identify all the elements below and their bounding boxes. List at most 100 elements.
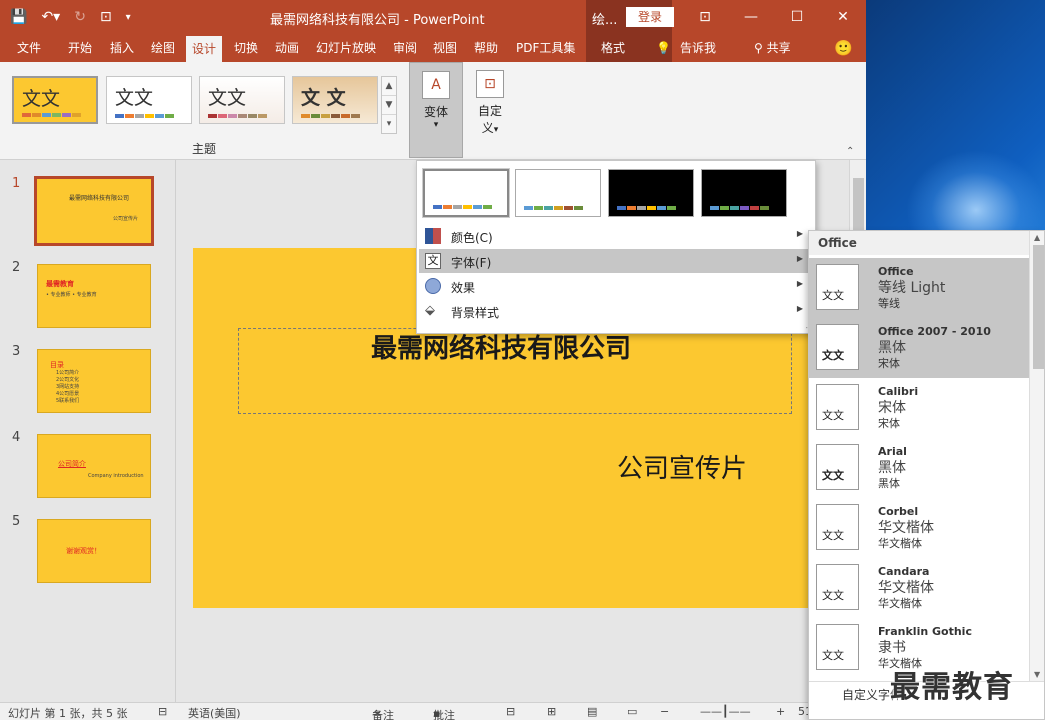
menu-item-background-style[interactable]: ⬙ 背景样式 ▶: [419, 299, 813, 323]
font-icon: 文: [425, 253, 441, 269]
submenu-arrow-icon: ▶: [796, 304, 803, 313]
font-option-corbel[interactable]: 文文 Corbel 华文楷体 华文楷体: [809, 498, 1029, 558]
slide-number: 4: [12, 430, 21, 445]
tab-design[interactable]: 设计: [186, 36, 223, 62]
slide-count: 幻灯片 第 1 张，共 5 张: [8, 707, 128, 720]
font-preview-icon: 文文: [816, 384, 859, 430]
font-preview-icon: 文文: [816, 564, 859, 610]
undo-icon[interactable]: ↶▾: [41, 9, 60, 25]
slide-thumb-4[interactable]: 公司简介 Company introduction: [37, 434, 151, 498]
tab-slideshow[interactable]: 幻灯片放映: [316, 34, 376, 62]
collapse-ribbon-icon[interactable]: ⌃: [846, 146, 854, 157]
watermark-logo: 最需教育: [890, 670, 1014, 705]
gallery-up-icon[interactable]: ▲: [382, 77, 396, 96]
save-icon[interactable]: 💾: [10, 9, 27, 25]
tab-format[interactable]: 格式: [601, 34, 625, 62]
quick-access-toolbar: 💾 ↶▾ ↻ ⊡ ▾: [10, 0, 131, 34]
customize-button[interactable]: ⊡ 自定 义▾: [467, 62, 513, 158]
slide-thumb-3[interactable]: 目录 1公司简介 2公司文化 3网站支持 4公司愿景 5联系我们: [37, 349, 151, 413]
slide-number: 3: [12, 344, 21, 359]
lightbulb-icon[interactable]: 💡: [656, 34, 671, 62]
variants-button[interactable]: A 变体 ▾: [409, 62, 463, 158]
theme-thumb-4[interactable]: 文 文: [292, 76, 378, 124]
slideshow-icon[interactable]: ▭: [627, 705, 637, 718]
slide-number: 5: [12, 514, 21, 529]
slide-thumb-2[interactable]: 最需教育 • 专业教师 • 专业教育: [37, 264, 151, 328]
redo-icon[interactable]: ↻: [74, 9, 86, 25]
slide-number: 2: [12, 260, 21, 275]
theme-gallery-scroll[interactable]: ▲ ▼ ▾: [381, 76, 397, 134]
font-preview-icon: 文文: [816, 264, 859, 310]
theme-thumb-3[interactable]: 文文: [199, 76, 285, 124]
slide-thumb-5[interactable]: 谢谢观赏！: [37, 519, 151, 583]
fonts-scrollbar[interactable]: ▲ ▼: [1029, 231, 1044, 681]
person-icon: ⚲: [754, 41, 767, 55]
slide-size-icon: ⊡: [476, 70, 504, 98]
share-button[interactable]: ⚲ 共享: [754, 34, 791, 62]
variant-thumb-4[interactable]: [701, 169, 787, 217]
minimize-button[interactable]: —: [728, 0, 774, 34]
customize-qat-icon[interactable]: ▾: [126, 12, 131, 23]
zoom-slider[interactable]: ——┃——: [700, 705, 751, 718]
themes-group-label: 主题: [192, 142, 217, 156]
tab-draw[interactable]: 绘图: [151, 34, 175, 62]
slide-sorter-icon[interactable]: ⊞: [547, 705, 556, 718]
effects-icon: [425, 278, 441, 294]
menu-item-colors[interactable]: 颜色(C) ▶: [419, 224, 813, 248]
slide-thumb-1[interactable]: 最需网络科技有限公司 公司宣传片: [34, 176, 154, 246]
font-option-candara[interactable]: 文文 Candara 华文楷体 华文楷体: [809, 558, 1029, 618]
font-option-office-2007[interactable]: 文文 Office 2007 - 2010 黑体 宋体: [809, 318, 1029, 378]
gallery-down-icon[interactable]: ▼: [382, 96, 396, 115]
maximize-button[interactable]: ☐: [774, 0, 820, 34]
tab-transitions[interactable]: 切换: [234, 34, 258, 62]
tell-me-search[interactable]: 告诉我: [680, 34, 716, 62]
scroll-down-icon[interactable]: ▼: [1034, 670, 1040, 679]
tab-home[interactable]: 开始: [68, 34, 92, 62]
variant-thumb-3[interactable]: [608, 169, 694, 217]
slide-number: 1: [12, 176, 21, 191]
spellcheck-icon[interactable]: ⊟: [158, 705, 167, 718]
slide-subtitle[interactable]: 公司宣传片: [617, 448, 747, 485]
close-button[interactable]: ✕: [820, 0, 866, 34]
zoom-out-icon[interactable]: −: [660, 705, 669, 718]
present-from-start-icon[interactable]: ⊡: [100, 9, 112, 25]
tab-pdf-tools[interactable]: PDF工具集: [516, 34, 575, 62]
powerpoint-window: 💾 ↶▾ ↻ ⊡ ▾ 最需网络科技有限公司 - PowerPoint 绘... …: [0, 0, 866, 720]
tab-help[interactable]: 帮助: [474, 34, 498, 62]
window-title: 最需网络科技有限公司 - PowerPoint: [270, 13, 485, 28]
variant-thumb-2[interactable]: [515, 169, 601, 217]
login-button[interactable]: 登录: [626, 7, 674, 27]
font-option-calibri[interactable]: 文文 Calibri 宋体 宋体: [809, 378, 1029, 438]
font-preview-icon: 文文: [816, 504, 859, 550]
background-style-icon: ⬙: [425, 303, 435, 318]
variant-thumb-1[interactable]: [422, 168, 510, 218]
font-option-office[interactable]: 文文 Office 等线 Light 等线: [809, 258, 1029, 318]
ribbon-tabs: 文件 开始 插入 绘图 设计 切换 动画 幻灯片放映 审阅 视图 帮助 PDF工…: [0, 34, 866, 62]
title-bar: 💾 ↶▾ ↻ ⊡ ▾ 最需网络科技有限公司 - PowerPoint 绘... …: [0, 0, 866, 34]
scroll-up-icon[interactable]: ▲: [1034, 233, 1040, 242]
variants-dropdown: 颜色(C) ▶ 文 字体(F) ▶ 效果 ▶ ⬙ 背景样式 ▶ ∴: [416, 160, 816, 334]
zoom-in-icon[interactable]: +: [776, 705, 785, 718]
variants-icon: A: [422, 71, 450, 99]
tab-view[interactable]: 视图: [433, 34, 457, 62]
status-bar: 幻灯片 第 1 张，共 5 张 ⊟ 英语(美国) ≐ 备注 ▪ 批注 ⊟ ⊞ ▤…: [0, 702, 866, 720]
normal-view-icon[interactable]: ⊟: [506, 705, 515, 718]
menu-item-effects[interactable]: 效果 ▶: [419, 274, 813, 298]
theme-thumb-2[interactable]: 文文: [106, 76, 192, 124]
language-indicator[interactable]: 英语(美国): [188, 705, 241, 720]
font-option-arial[interactable]: 文文 Arial 黑体 黑体: [809, 438, 1029, 498]
gallery-more-icon[interactable]: ▾: [382, 115, 396, 134]
design-ribbon: 文文 文文 文文 文 文 ▲ ▼ ▾ 主题 A 变体 ▾ ⊡ 自定 义▾: [0, 62, 866, 160]
submenu-arrow-icon: ▶: [796, 229, 803, 238]
tab-insert[interactable]: 插入: [110, 34, 134, 62]
reading-view-icon[interactable]: ▤: [587, 705, 597, 718]
color-palette-icon: [425, 228, 441, 244]
tab-animations[interactable]: 动画: [275, 34, 299, 62]
fonts-group-header: Office: [809, 231, 1029, 255]
smiley-feedback-icon[interactable]: 🙂: [834, 34, 853, 62]
ribbon-display-options-icon[interactable]: ⊡: [682, 0, 728, 34]
tab-file[interactable]: 文件: [17, 34, 41, 62]
tab-review[interactable]: 审阅: [393, 34, 417, 62]
theme-thumb-1[interactable]: 文文: [12, 76, 98, 124]
menu-item-fonts[interactable]: 文 字体(F) ▶: [419, 249, 813, 273]
